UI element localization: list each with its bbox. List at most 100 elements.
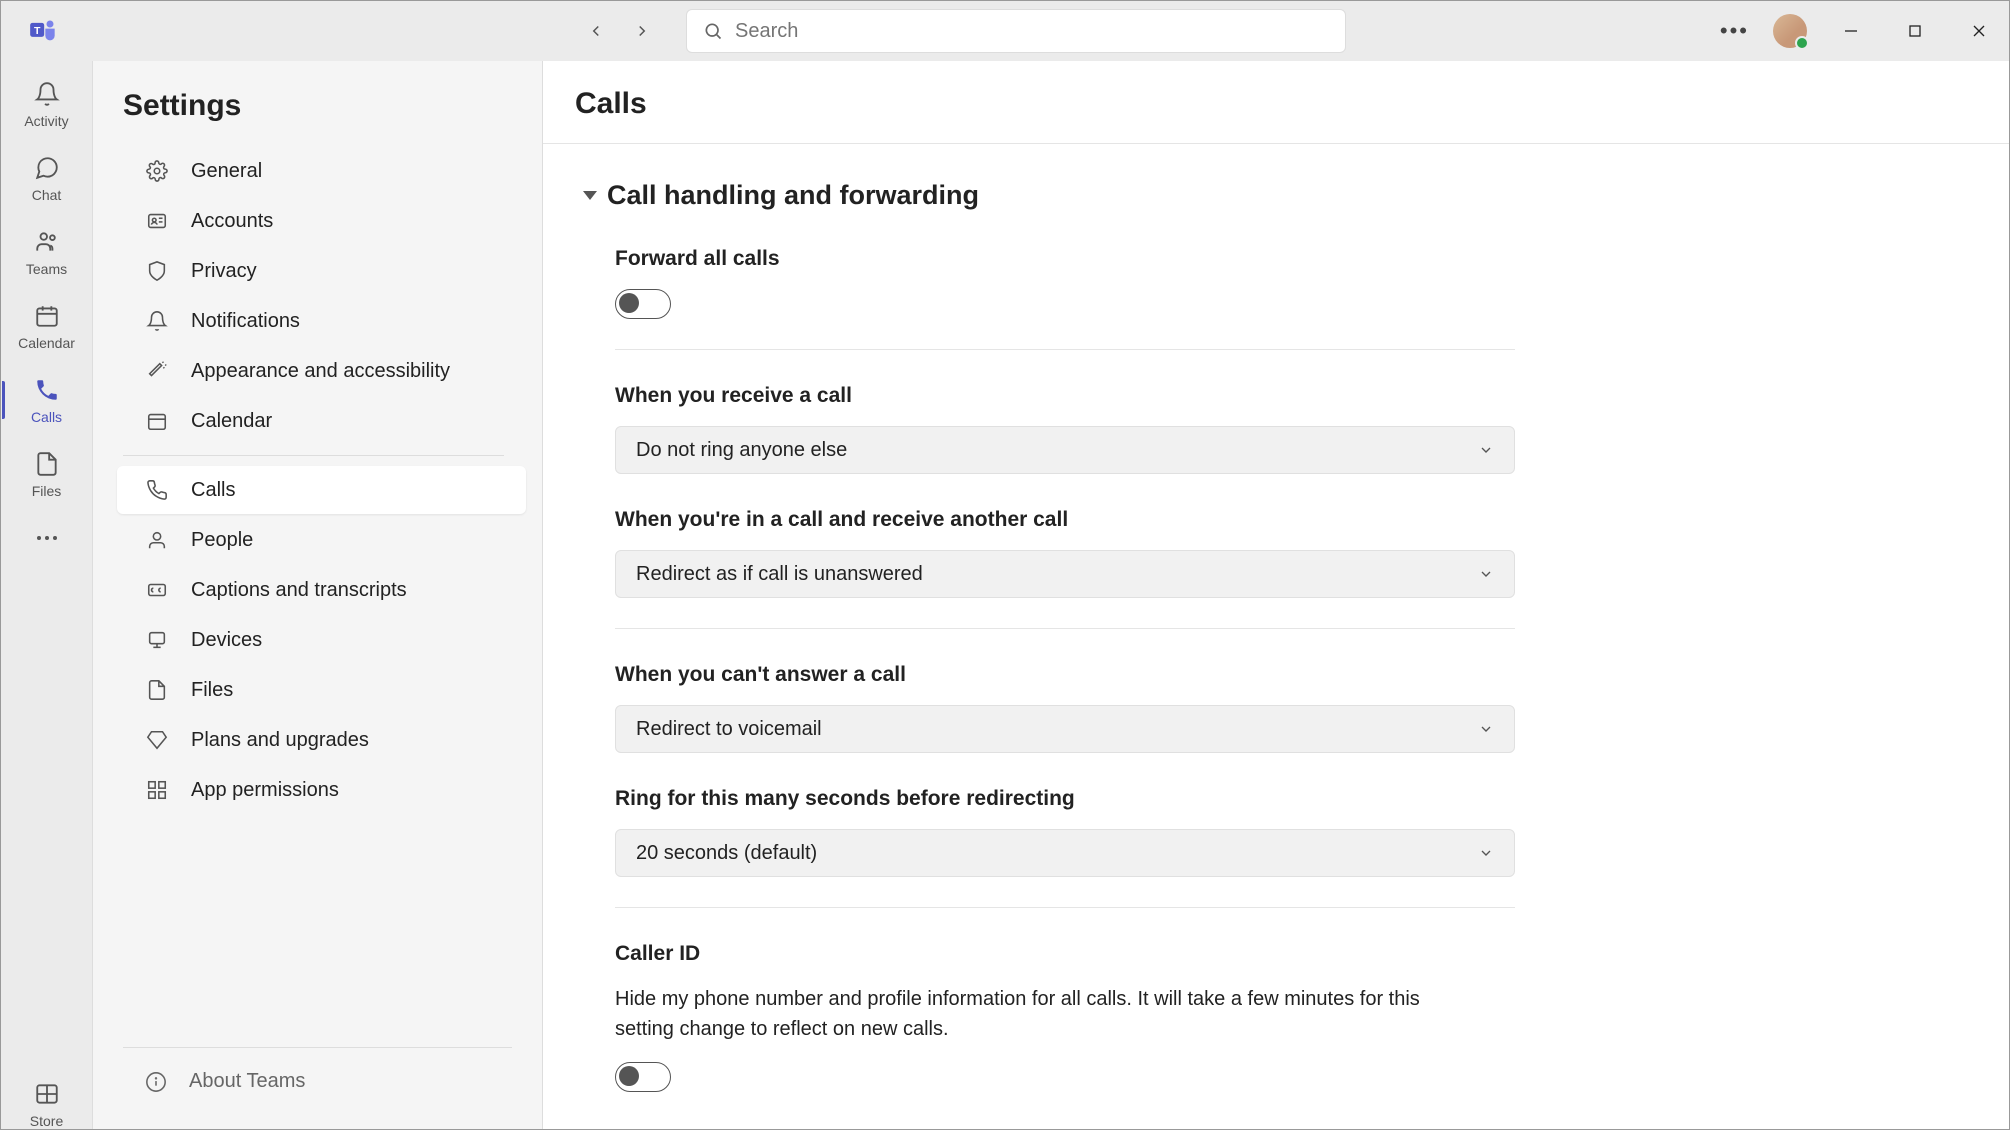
- sidebar-item-people[interactable]: People: [117, 516, 526, 564]
- magic-wand-icon: [145, 359, 169, 383]
- sidebar-item-label: Accounts: [191, 210, 273, 233]
- more-icon: [32, 523, 62, 553]
- sidebar-item-devices[interactable]: Devices: [117, 616, 526, 664]
- sidebar-item-accounts[interactable]: Accounts: [117, 197, 526, 245]
- sidebar-item-captions[interactable]: Captions and transcripts: [117, 566, 526, 614]
- toggle-knob-icon: [619, 1066, 639, 1086]
- sidebar-item-app-permissions[interactable]: App permissions: [117, 766, 526, 814]
- sidebar-item-label: Devices: [191, 629, 262, 652]
- section-toggle-button[interactable]: Call handling and forwarding: [583, 180, 1969, 211]
- rail-activity[interactable]: Activity: [2, 79, 92, 129]
- sidebar-item-general[interactable]: General: [117, 147, 526, 195]
- chevron-down-icon: [1478, 845, 1494, 861]
- sidebar-item-appearance[interactable]: Appearance and accessibility: [117, 347, 526, 395]
- chat-icon: [32, 153, 62, 183]
- chevron-down-icon: [1478, 566, 1494, 582]
- presence-available-icon: [1795, 36, 1809, 50]
- content-area: Calls Call handling and forwarding Forwa…: [543, 61, 2009, 1129]
- rail-files[interactable]: Files: [2, 449, 92, 499]
- svg-text:T: T: [34, 25, 41, 37]
- search-input[interactable]: [735, 20, 1329, 43]
- caller-id-label: Caller ID: [615, 942, 1969, 966]
- toggle-knob-icon: [619, 293, 639, 313]
- phone-icon: [32, 375, 62, 405]
- sidebar-item-plans[interactable]: Plans and upgrades: [117, 716, 526, 764]
- bell-icon: [32, 79, 62, 109]
- dropdown-value: Do not ring anyone else: [636, 439, 847, 462]
- rail-store[interactable]: Store: [2, 1079, 92, 1129]
- maximize-button[interactable]: [1895, 11, 1935, 51]
- forward-all-calls-label: Forward all calls: [615, 247, 1515, 271]
- sidebar-item-label: Plans and upgrades: [191, 729, 369, 752]
- search-icon: [703, 21, 723, 41]
- rail-calls[interactable]: Calls: [2, 375, 92, 425]
- about-teams-button[interactable]: About Teams: [117, 1058, 534, 1105]
- in-call-dropdown[interactable]: Redirect as if call is unanswered: [615, 550, 1515, 598]
- sidebar-item-label: General: [191, 160, 262, 183]
- sidebar-item-label: Notifications: [191, 310, 300, 333]
- caller-id-toggle[interactable]: [615, 1062, 671, 1092]
- app-rail: Activity Chat Teams Calendar Calls Files: [1, 61, 93, 1129]
- sidebar-item-calls[interactable]: Calls: [117, 466, 526, 514]
- ring-duration-label: Ring for this many seconds before redire…: [615, 787, 1515, 811]
- chevron-down-icon: [1478, 721, 1494, 737]
- forward-button[interactable]: [628, 17, 656, 45]
- id-card-icon: [145, 209, 169, 233]
- rail-store-label: Store: [30, 1113, 63, 1129]
- captions-icon: [145, 578, 169, 602]
- store-icon: [32, 1079, 62, 1109]
- file-icon: [145, 678, 169, 702]
- apps-icon: [145, 778, 169, 802]
- forward-all-calls-toggle[interactable]: [615, 289, 671, 319]
- call-icon: [145, 478, 169, 502]
- file-icon: [32, 449, 62, 479]
- calendar-icon: [32, 301, 62, 331]
- chevron-down-icon: [1478, 442, 1494, 458]
- info-icon: [145, 1071, 167, 1093]
- rail-calendar-label: Calendar: [18, 335, 75, 351]
- page-title: Calls: [575, 87, 1977, 121]
- divider: [123, 1047, 512, 1048]
- rail-more[interactable]: [2, 523, 92, 553]
- caller-id-description: Hide my phone number and profile informa…: [615, 984, 1475, 1044]
- sidebar-item-files[interactable]: Files: [117, 666, 526, 714]
- divider: [123, 455, 504, 456]
- chevron-down-icon: [583, 191, 597, 200]
- more-options-button[interactable]: •••: [1720, 18, 1749, 44]
- about-teams-label: About Teams: [189, 1070, 305, 1093]
- diamond-icon: [145, 728, 169, 752]
- rail-activity-label: Activity: [24, 113, 68, 129]
- sidebar-item-privacy[interactable]: Privacy: [117, 247, 526, 295]
- ring-duration-dropdown[interactable]: 20 seconds (default): [615, 829, 1515, 877]
- section-title-label: Call handling and forwarding: [607, 180, 979, 211]
- receive-call-dropdown[interactable]: Do not ring anyone else: [615, 426, 1515, 474]
- person-icon: [145, 528, 169, 552]
- settings-title: Settings: [93, 61, 542, 145]
- sidebar-item-label: People: [191, 529, 253, 552]
- rail-files-label: Files: [32, 483, 62, 499]
- calendar-icon: [145, 409, 169, 433]
- dropdown-value: 20 seconds (default): [636, 842, 817, 865]
- gear-icon: [145, 159, 169, 183]
- cant-answer-label: When you can't answer a call: [615, 663, 1969, 687]
- search-box[interactable]: [686, 9, 1346, 53]
- rail-chat-label: Chat: [32, 187, 62, 203]
- sidebar-item-label: Calls: [191, 479, 235, 502]
- sidebar-item-label: Privacy: [191, 260, 257, 283]
- rail-teams[interactable]: Teams: [2, 227, 92, 277]
- rail-chat[interactable]: Chat: [2, 153, 92, 203]
- sidebar-item-notifications[interactable]: Notifications: [117, 297, 526, 345]
- receive-call-label: When you receive a call: [615, 384, 1969, 408]
- back-button[interactable]: [582, 17, 610, 45]
- close-button[interactable]: [1959, 11, 1999, 51]
- rail-calendar[interactable]: Calendar: [2, 301, 92, 351]
- rail-teams-label: Teams: [26, 261, 67, 277]
- bell-icon: [145, 309, 169, 333]
- minimize-button[interactable]: [1831, 11, 1871, 51]
- sidebar-item-calendar[interactable]: Calendar: [117, 397, 526, 445]
- cant-answer-dropdown[interactable]: Redirect to voicemail: [615, 705, 1515, 753]
- dropdown-value: Redirect to voicemail: [636, 718, 822, 741]
- sidebar-item-label: Captions and transcripts: [191, 579, 407, 602]
- profile-avatar-button[interactable]: [1773, 14, 1807, 48]
- teams-logo-icon: T: [29, 17, 57, 45]
